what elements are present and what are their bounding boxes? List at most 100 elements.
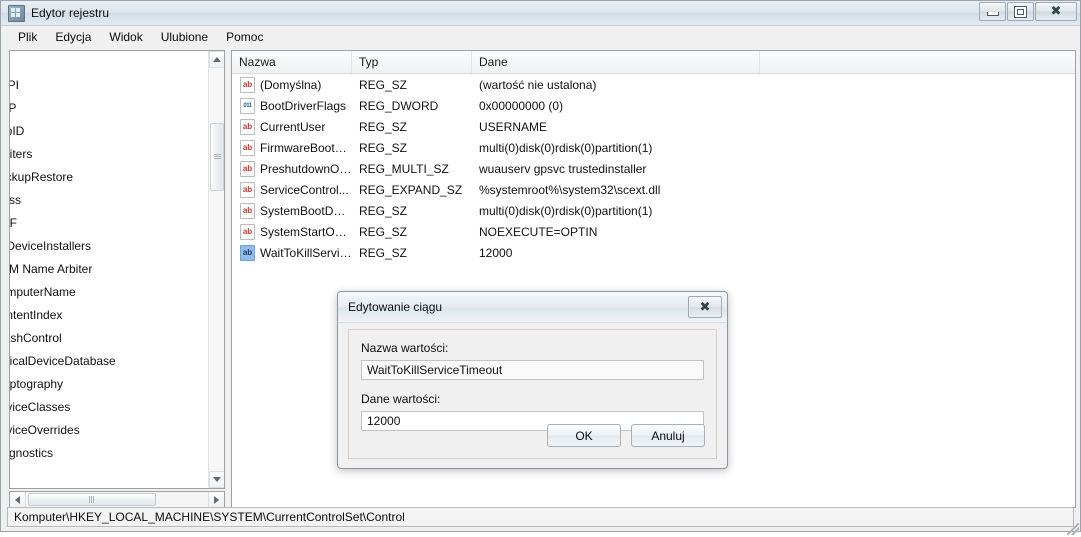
scroll-right-icon bbox=[214, 495, 219, 504]
tree-horizontal-scrollbar[interactable] bbox=[9, 491, 225, 508]
scroll-left-button[interactable] bbox=[10, 492, 26, 507]
cell-nazwa: ab ServiceControl... bbox=[232, 181, 352, 198]
table-row[interactable]: ab SystemBootDevi... REG_SZ multi(0)disk(0)… bbox=[232, 200, 1075, 221]
cell-dane: 12000 bbox=[479, 245, 513, 260]
column-header-empty[interactable] bbox=[760, 51, 1075, 73]
tree-node[interactable]: Cryptography bbox=[10, 373, 208, 396]
string-value-icon: ab bbox=[240, 202, 255, 219]
tree-node-label: Cryptography bbox=[10, 377, 64, 391]
column-header-dane[interactable]: Dane bbox=[472, 51, 760, 73]
list-body: ab (Domyślna) REG_SZ (wartość nie ustalona)… bbox=[232, 74, 1075, 263]
scroll-right-button[interactable] bbox=[208, 492, 224, 507]
value-data-label: Dane wartości: bbox=[361, 392, 441, 406]
cell-nazwa: ab SystemBootDevi... bbox=[232, 202, 352, 219]
cell-nazwa: ab FirmwareBootD... bbox=[232, 139, 352, 156]
menu-edycja[interactable]: Edycja bbox=[46, 28, 100, 46]
table-row[interactable]: ab WaitToKillServic... REG_SZ 12000 bbox=[232, 242, 1075, 263]
column-header-nazwa[interactable]: Nazwa bbox=[232, 51, 352, 73]
close-icon: ✖ bbox=[699, 299, 711, 315]
tree-scroll-viewport: Control ACPI AGP AppID Arbiters BackupRestore… bbox=[10, 51, 208, 488]
menu-pomoc[interactable]: Pomoc bbox=[217, 28, 272, 46]
tree-node[interactable]: DeviceOverrides bbox=[10, 419, 208, 442]
value-name-input[interactable]: WaitToKillServiceTimeout bbox=[361, 360, 704, 380]
tree-node-label: ACPI bbox=[10, 78, 20, 92]
cell-typ: REG_SZ bbox=[359, 245, 408, 260]
table-row[interactable]: 011 BootDriverFlags REG_DWORD 0x00000000 (0… bbox=[232, 95, 1075, 116]
cell-dane: %systemroot%\system32\scext.dll bbox=[479, 182, 661, 197]
tree-node-label: Diagnostics bbox=[10, 446, 54, 460]
tree-node-label: BackupRestore bbox=[10, 170, 74, 184]
menu-widok[interactable]: Widok bbox=[100, 28, 151, 46]
value-name: FirmwareBootD... bbox=[260, 140, 352, 155]
table-row[interactable]: ab SystemStartOpti... REG_SZ NOEXECUTE=OPT… bbox=[232, 221, 1075, 242]
edit-string-dialog: Edytowanie ciągu ✖ Nazwa wartości: WaitT… bbox=[337, 291, 728, 469]
restore-icon bbox=[1014, 5, 1027, 18]
cell-dane: 0x00000000 (0) bbox=[479, 98, 564, 113]
cell-typ: REG_EXPAND_SZ bbox=[359, 182, 463, 197]
tree-node[interactable]: Control bbox=[10, 51, 208, 74]
tree-node[interactable]: Els bbox=[10, 465, 208, 488]
scroll-down-button[interactable] bbox=[209, 471, 224, 488]
title-bar: Edytor rejestru ✖ bbox=[1, 1, 1080, 26]
tree-node[interactable]: COM Name Arbiter bbox=[10, 258, 208, 281]
table-row[interactable]: ab FirmwareBootD... REG_SZ multi(0)disk(0)r… bbox=[232, 137, 1075, 158]
tree-node[interactable]: CMF bbox=[10, 212, 208, 235]
table-row[interactable]: ab ServiceControl... REG_EXPAND_SZ %systemr… bbox=[232, 179, 1075, 200]
tree-scroll-thumb[interactable] bbox=[210, 123, 224, 191]
table-row[interactable]: ab CurrentUser REG_SZ USERNAME bbox=[232, 116, 1075, 137]
cell-dane: multi(0)disk(0)rdisk(0)partition(1) bbox=[479, 140, 653, 155]
tree-node-label: AGP bbox=[10, 97, 19, 120]
dialog-title-bar: Edytowanie ciągu ✖ bbox=[338, 292, 727, 323]
cell-typ: REG_SZ bbox=[359, 203, 408, 218]
tree-node[interactable]: CoDeviceInstallers bbox=[10, 235, 208, 258]
string-value-icon: ab bbox=[240, 118, 255, 135]
cancel-button[interactable]: Anuluj bbox=[631, 424, 705, 447]
tree-node-label: CMF bbox=[10, 216, 17, 230]
tree-node[interactable]: CrashControl bbox=[10, 327, 208, 350]
cell-typ: REG_SZ bbox=[359, 140, 408, 155]
dialog-body: Nazwa wartości: WaitToKillServiceTimeout… bbox=[348, 329, 717, 459]
tree-node[interactable]: BackupRestore bbox=[10, 166, 208, 189]
tree-node[interactable]: AppID bbox=[10, 120, 208, 143]
status-bar: Komputer\HKEY_LOCAL_MACHINE\SYSTEM\Curre… bbox=[7, 507, 1074, 527]
dialog-close-button[interactable]: ✖ bbox=[688, 296, 722, 318]
status-bar-path: Komputer\HKEY_LOCAL_MACHINE\SYSTEM\Curre… bbox=[14, 510, 405, 524]
title-bar-left: Edytor rejestru bbox=[1, 4, 110, 22]
restore-button[interactable] bbox=[1007, 2, 1034, 21]
tree-vertical-scrollbar[interactable] bbox=[208, 51, 224, 488]
ok-button[interactable]: OK bbox=[547, 424, 621, 447]
string-value-icon: ab bbox=[240, 181, 255, 198]
tree-node[interactable]: Arbiters bbox=[10, 143, 208, 166]
dialog-buttons: OK Anuluj bbox=[547, 424, 705, 447]
minimize-button[interactable] bbox=[979, 2, 1006, 21]
value-name: BootDriverFlags bbox=[260, 98, 347, 113]
column-header-typ[interactable]: Typ bbox=[352, 51, 472, 73]
tree-hscroll-thumb[interactable] bbox=[28, 493, 156, 506]
menu-ulubione[interactable]: Ulubione bbox=[152, 28, 217, 46]
table-row[interactable]: ab (Domyślna) REG_SZ (wartość nie ustalona) bbox=[232, 74, 1075, 95]
tree-node-label: AppID bbox=[10, 124, 25, 138]
tree-node[interactable]: ComputerName bbox=[10, 281, 208, 304]
scroll-left-icon bbox=[15, 495, 20, 504]
tree-node[interactable]: AGP bbox=[10, 97, 208, 120]
cell-typ: REG_SZ bbox=[359, 119, 408, 134]
tree-node[interactable]: ContentIndex bbox=[10, 304, 208, 327]
tree-node[interactable]: Diagnostics bbox=[10, 442, 208, 465]
menu-plik[interactable]: Plik bbox=[9, 28, 46, 46]
minimize-icon bbox=[986, 12, 999, 16]
resize-grip[interactable] bbox=[1067, 523, 1079, 535]
table-row[interactable]: ab PreshutdownOr... REG_MULTI_SZ wuauserv g… bbox=[232, 158, 1075, 179]
tree-node[interactable]: Class bbox=[10, 189, 208, 212]
tree-node[interactable]: CriticalDeviceDatabase bbox=[10, 350, 208, 373]
value-name: ServiceControl... bbox=[260, 182, 349, 197]
window-title: Edytor rejestru bbox=[31, 6, 110, 20]
tree-node-label: Class bbox=[10, 193, 22, 207]
tree-node[interactable]: DeviceClasses bbox=[10, 396, 208, 419]
tree-node[interactable]: ACPI bbox=[10, 74, 208, 97]
cell-nazwa: ab WaitToKillServic... bbox=[232, 244, 352, 261]
scroll-up-button[interactable] bbox=[209, 51, 224, 68]
tree-node-label: ContentIndex bbox=[10, 308, 63, 322]
dword-value-icon: 011 bbox=[240, 97, 255, 114]
close-button[interactable]: ✖ bbox=[1035, 2, 1077, 21]
scroll-up-icon bbox=[213, 57, 221, 62]
